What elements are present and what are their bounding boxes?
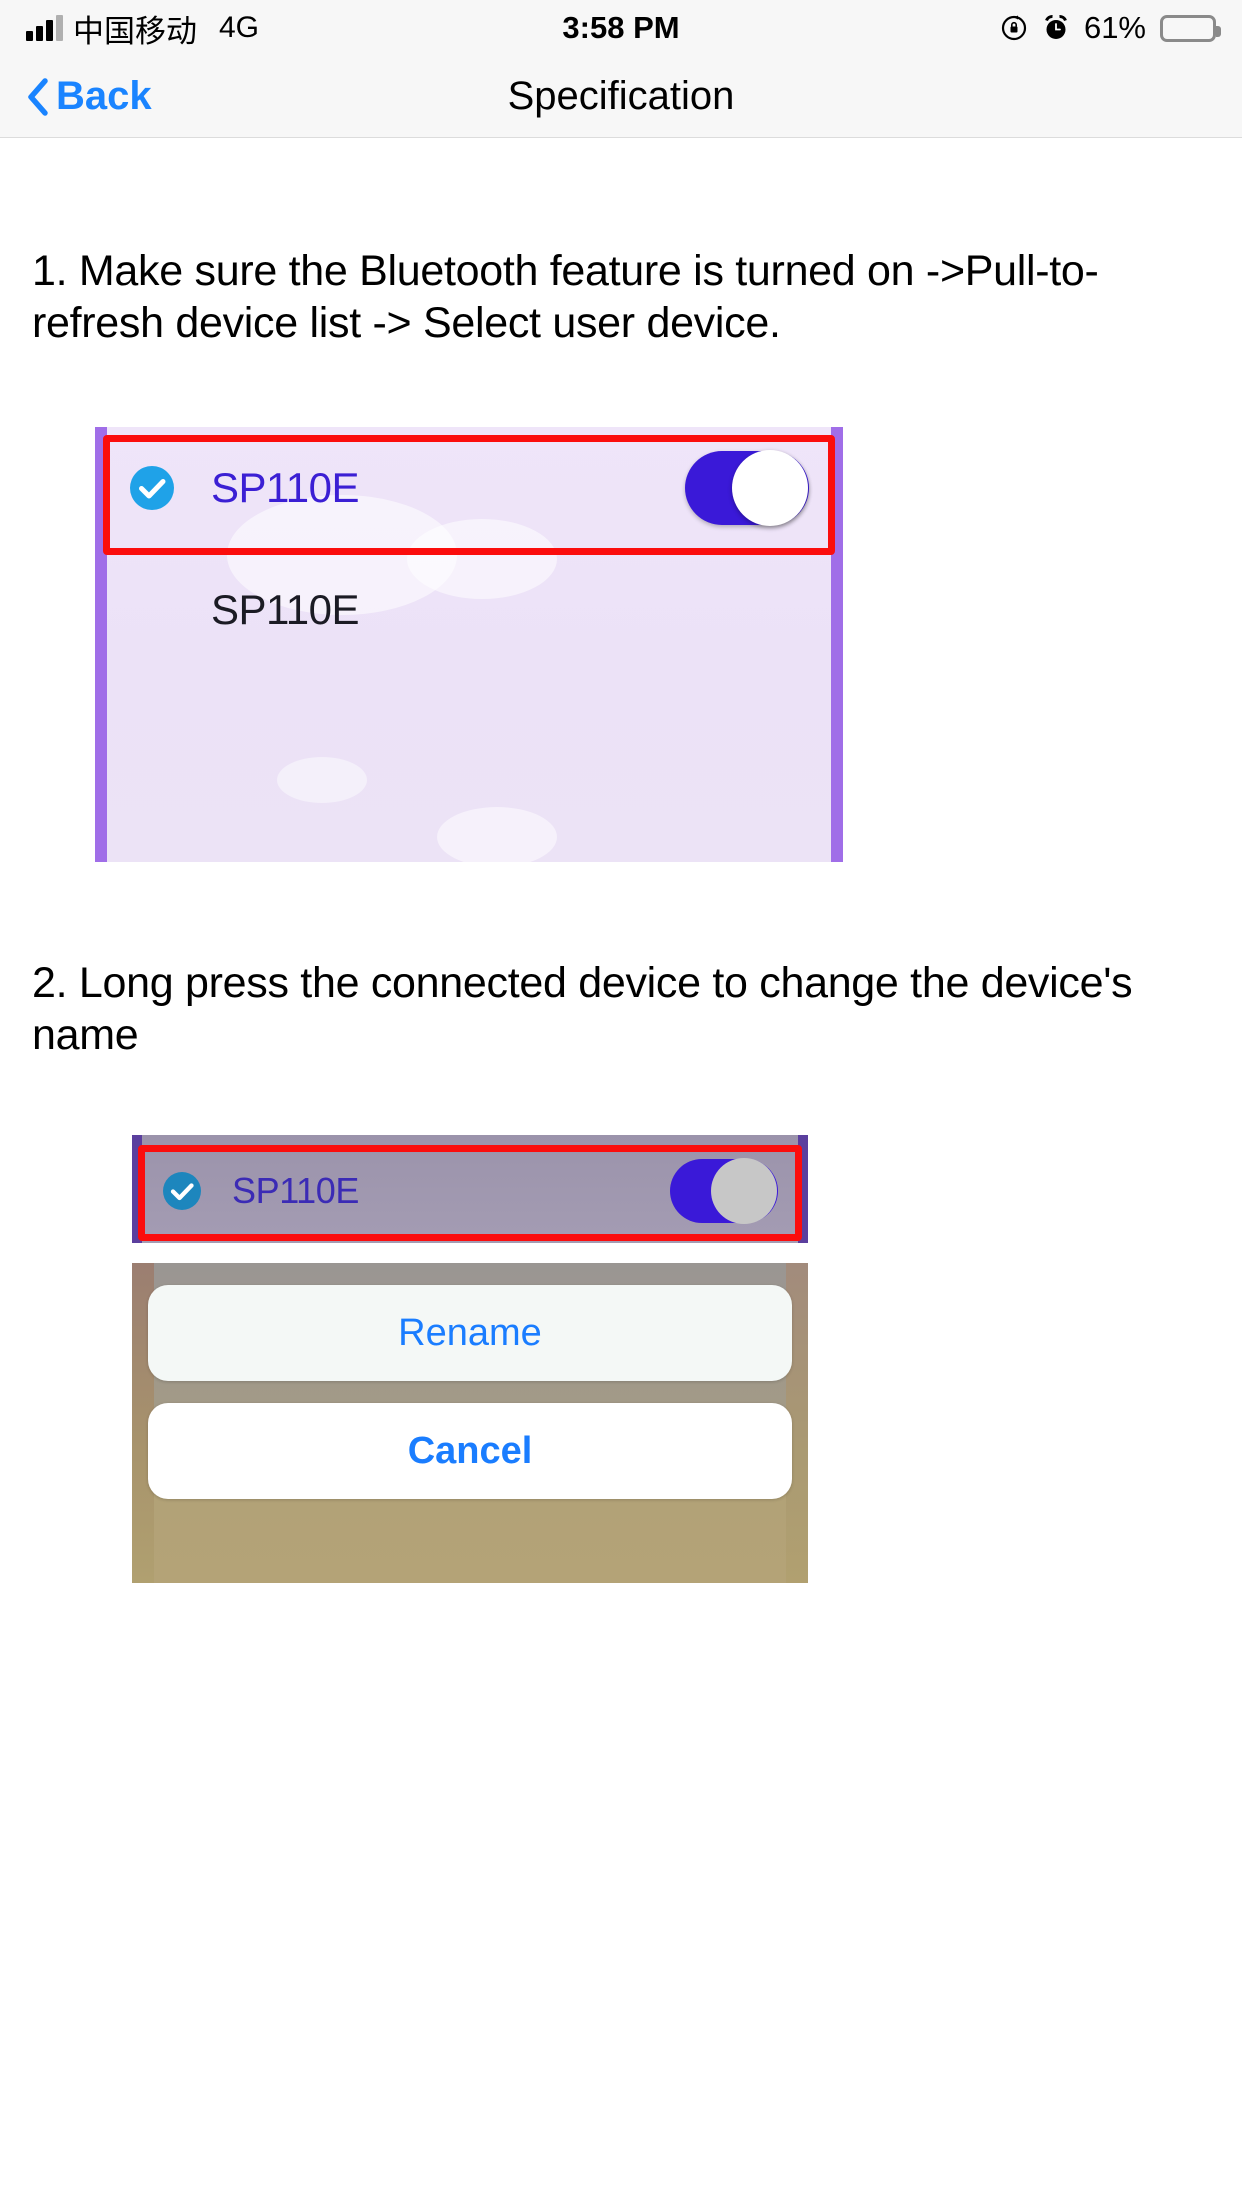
carrier-label: 中国移动 <box>73 13 197 49</box>
check-placeholder-icon <box>129 587 175 633</box>
device-name-label: SP110E <box>211 586 360 634</box>
clock-label: 3:58 PM <box>562 10 680 45</box>
battery-icon <box>1160 14 1221 42</box>
step-1-text: 1. Make sure the Bluetooth feature is tu… <box>32 247 1099 347</box>
check-circle-icon <box>162 1171 202 1211</box>
status-bar-left: 中国移动 4G <box>26 6 259 51</box>
page-title: Specification <box>507 74 735 118</box>
device-list-item-dimmed[interactable]: SP110E <box>142 1141 798 1241</box>
rename-button-label: Rename <box>398 1311 542 1354</box>
figure-gap <box>132 1243 808 1264</box>
device-name-label: SP110E <box>211 464 360 512</box>
check-circle-icon <box>129 465 175 511</box>
status-bar-right: 61% <box>1000 10 1221 46</box>
battery-percent-label: 61% <box>1083 10 1146 45</box>
rotation-lock-icon <box>1000 14 1028 42</box>
cancel-button[interactable]: Cancel <box>148 1403 792 1500</box>
device-toggle-switch[interactable] <box>670 1158 778 1225</box>
device-list-item[interactable]: SP110E <box>107 549 831 671</box>
back-button[interactable]: Back <box>26 74 152 119</box>
figure-device-list: SP110E SP110E <box>95 427 843 863</box>
step-2-text: 2. Long press the connected device to ch… <box>32 959 1133 1059</box>
content-area: 1. Make sure the Bluetooth feature is tu… <box>0 246 1242 1584</box>
status-bar: 中国移动 4G 3:58 PM 61% <box>0 0 1242 56</box>
cloud-decoration-icon <box>277 757 367 804</box>
cancel-button-label: Cancel <box>407 1429 533 1472</box>
network-type-label: 4G <box>219 11 260 44</box>
device-list-item[interactable]: SP110E <box>107 427 831 549</box>
rename-button[interactable]: Rename <box>148 1285 792 1382</box>
alarm-clock-icon <box>1042 14 1070 42</box>
back-button-label: Back <box>56 74 152 118</box>
dimmed-device-list-panel: SP110E <box>132 1135 808 1244</box>
figure-rename-dialog: SP110E Rename Cancel <box>132 1135 808 1584</box>
toggle-knob <box>732 450 808 527</box>
navigation-bar: Back Specification <box>0 56 1242 138</box>
signal-bars-icon <box>26 15 63 41</box>
toggle-knob <box>711 1158 777 1225</box>
device-toggle-switch[interactable] <box>685 450 809 527</box>
cloud-decoration-icon <box>437 807 557 863</box>
action-sheet: Rename Cancel <box>132 1263 808 1584</box>
device-name-label: SP110E <box>232 1170 360 1212</box>
chevron-left-icon <box>26 77 48 116</box>
